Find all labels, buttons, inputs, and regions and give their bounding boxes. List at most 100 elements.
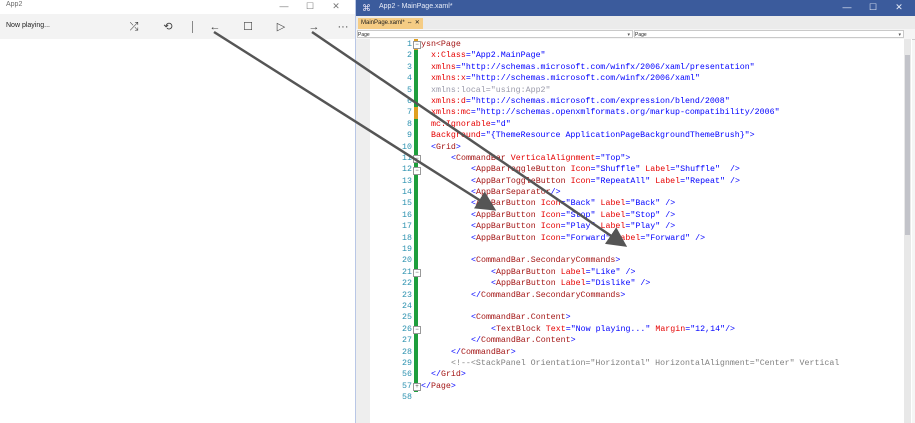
change-mark	[414, 244, 418, 256]
code-line[interactable]: <AppBarButton Icon="Play" Label="Play" /…	[421, 221, 911, 232]
code-editor[interactable]: 1 2 3 4 5 6 7 8 9 10 11 12 13 14 15 16 17 18 19 20 21 22 23 24 2…	[356, 39, 912, 423]
pin-icon[interactable]: ⇔	[407, 20, 413, 26]
code-line[interactable]: <AppBarToggleButton Icon="Shuffle" Label…	[421, 164, 911, 175]
code-token: "http://schemas.microsoft.com/winfx/2006…	[470, 74, 700, 84]
fold-toggle-icon[interactable]: −	[413, 326, 421, 334]
change-mark	[414, 221, 418, 233]
code-token: AppBarButton	[475, 210, 541, 220]
chevron-down-icon: ▾	[627, 32, 630, 38]
visual-studio-window: ⌘ App2 - MainPage.xaml* — ☐ ✕ MainPage.x…	[355, 0, 915, 423]
code-token: "Play"	[565, 222, 601, 232]
tab-mainpage-xaml[interactable]: MainPage.xaml* ⇔ ✕	[358, 18, 423, 29]
code-line[interactable]: Background="{ThemeResource ApplicationPa…	[421, 130, 911, 141]
play-button[interactable]: ▷	[271, 18, 291, 36]
code-line[interactable]: <AppBarButton Label="Like" />	[421, 267, 911, 278]
line-number: 24	[402, 301, 412, 311]
change-mark	[414, 278, 418, 290]
maximize-button[interactable]: ☐	[297, 0, 323, 14]
forward-button[interactable]: →	[304, 18, 324, 36]
code-line[interactable]: xmlns:local="using:App2"	[421, 85, 911, 96]
code-token: "Shuffle"	[595, 165, 646, 175]
code-line[interactable]: <TextBlock Text="Now playing..." Margin=…	[421, 324, 911, 335]
code-line[interactable]: </Grid>	[421, 369, 911, 380]
code-token: AppBarButton	[475, 233, 541, 243]
line-number: 6	[407, 96, 412, 106]
code-line[interactable]: </Page>	[421, 381, 911, 392]
change-tracking-margin	[414, 39, 418, 423]
code-token: >	[625, 153, 631, 163]
code-token: />	[620, 267, 636, 277]
line-number: 26	[402, 324, 412, 334]
code-line[interactable]: <AppBarButton Icon="Stop" Label="Stop" /…	[421, 210, 911, 221]
code-line[interactable]: <CommandBar VerticalAlignment="Top">	[421, 153, 911, 164]
code-line[interactable]: <!--<StackPanel Orientation="Horizontal"…	[421, 358, 911, 369]
code-line[interactable]: </CommandBar>	[421, 347, 911, 358]
close-button[interactable]: ✕	[323, 0, 349, 14]
code-line[interactable]: <CommandBar.SecondaryCommands>	[421, 255, 911, 266]
tab-close-icon[interactable]: ✕	[415, 20, 420, 26]
code-line[interactable]: <CommandBar.Content>	[421, 312, 911, 323]
shuffle-button[interactable]: ⤮	[124, 18, 144, 36]
fold-toggle-icon[interactable]: −	[413, 269, 421, 277]
code-line[interactable]: <AppBarSeparator/>	[421, 187, 911, 198]
change-mark	[414, 346, 418, 359]
line-number: 14	[402, 188, 412, 198]
code-token: "RepeatAll"	[595, 176, 656, 186]
vs-maximize-button[interactable]: ☐	[860, 0, 886, 16]
code-token: >	[450, 381, 456, 391]
code-token: CommandBar.Content	[480, 336, 571, 346]
code-line[interactable]: xmlns:d="http://schemas.microsoft.com/ex…	[421, 96, 911, 107]
code-line[interactable]: </CommandBar.SecondaryCommands>	[421, 290, 911, 301]
change-mark	[414, 61, 418, 74]
minimize-button[interactable]: —	[271, 0, 297, 14]
code-token: "Stop"	[630, 210, 661, 220]
code-token: Page	[430, 381, 451, 391]
stop-button[interactable]: ☐	[238, 18, 258, 36]
line-number: 58	[402, 393, 412, 403]
code-line[interactable]: <Grid>	[421, 142, 911, 153]
fold-toggle-icon[interactable]: −	[413, 167, 421, 175]
code-token: />	[725, 324, 736, 334]
code-line[interactable]: mc:Ignorable="d"	[421, 119, 911, 130]
vs-minimize-button[interactable]: —	[834, 0, 860, 16]
code-line[interactable]: <AppBarButton Icon="Back" Label="Back" /…	[421, 198, 911, 209]
code-lines[interactable]: ysn<Page x:Class="App2.MainPage" xmlns="ht…	[421, 39, 911, 423]
code-line[interactable]: x:Class="App2.MainPage"	[421, 50, 911, 61]
code-token: />	[660, 222, 676, 232]
code-line[interactable]: xmlns="http://schemas.microsoft.com/winf…	[421, 62, 911, 73]
code-line[interactable]	[421, 392, 911, 403]
vs-close-button[interactable]: ✕	[886, 0, 912, 16]
code-token: />	[660, 199, 676, 209]
fold-toggle-icon[interactable]: +	[413, 383, 421, 391]
back-button[interactable]: ←	[205, 18, 225, 36]
repeat-button[interactable]: ⟲	[158, 18, 178, 36]
change-mark	[414, 210, 418, 222]
code-token: </	[421, 381, 431, 391]
line-number: 56	[402, 370, 412, 380]
code-line[interactable]: <AppBarButton Icon="Forward" Label="Forw…	[421, 233, 911, 244]
scrollbar-thumb[interactable]	[905, 55, 910, 235]
code-token: >	[749, 131, 755, 141]
code-line[interactable]: </CommandBar.Content>	[421, 335, 911, 346]
change-mark	[414, 335, 418, 347]
code-line[interactable]: ysn<Page	[421, 39, 911, 50]
code-token: Label	[655, 176, 681, 186]
nav-dropdown-left[interactable]: Page ▾	[357, 30, 633, 38]
more-button[interactable]: ···	[333, 18, 353, 36]
code-line[interactable]: xmlns:mc="http://schemas.openxmlformats.…	[421, 107, 911, 118]
code-line[interactable]	[421, 244, 911, 255]
nav-dropdown-right[interactable]: Page ▾	[634, 30, 904, 38]
code-token: Background	[431, 131, 481, 141]
code-token: "Stop"	[565, 210, 601, 220]
code-line[interactable]: xmlns:x="http://schemas.microsoft.com/wi…	[421, 73, 911, 84]
line-number: 57	[402, 381, 412, 391]
code-line[interactable]: <AppBarButton Label="Dislike" />	[421, 278, 911, 289]
code-line[interactable]: <AppBarToggleButton Icon="RepeatAll" Lab…	[421, 176, 911, 187]
line-number: 20	[402, 256, 412, 266]
line-number: 9	[407, 131, 412, 141]
code-token: CommandBar	[455, 153, 511, 163]
fold-toggle-icon[interactable]: −	[413, 155, 421, 163]
line-number: 12	[402, 165, 412, 175]
fold-toggle-icon[interactable]: −	[413, 41, 421, 49]
code-line[interactable]	[421, 301, 911, 312]
